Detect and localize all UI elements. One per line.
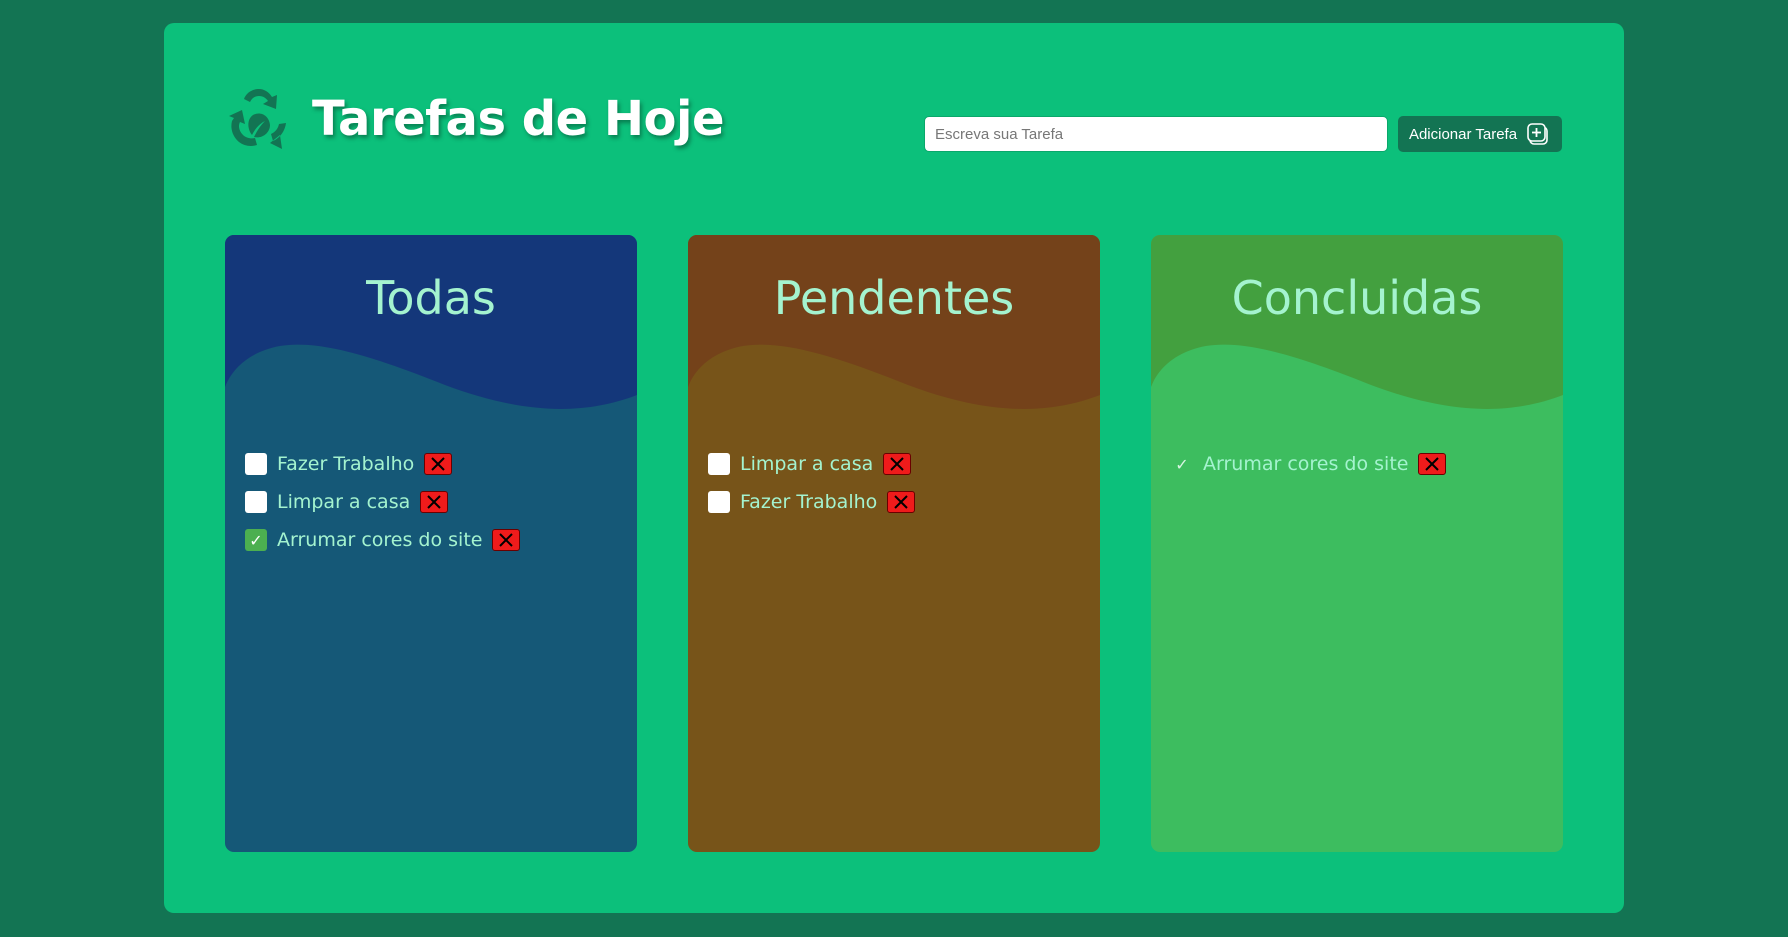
task-item: ✓ Arrumar cores do site (245, 521, 521, 559)
column-header: Todas (225, 235, 637, 415)
task-checkbox[interactable] (245, 453, 267, 475)
page-title: Tarefas de Hoje (312, 91, 725, 147)
task-checkbox[interactable]: ✓ (245, 529, 267, 551)
app-container: Tarefas de Hoje Adicionar Tarefa Todas F… (164, 23, 1624, 913)
task-item: ✓ Arrumar cores do site (1171, 445, 1447, 483)
task-label: Limpar a casa (277, 491, 411, 513)
column-concluidas: Concluidas ✓ Arrumar cores do site (1151, 235, 1563, 852)
checkmark-icon: ✓ (1175, 454, 1189, 474)
task-item: Fazer Trabalho (245, 445, 520, 483)
task-item: Fazer Trabalho (708, 483, 916, 521)
task-label: Limpar a casa (740, 453, 874, 475)
task-list: ✓ Arrumar cores do site (1171, 445, 1447, 483)
task-list: Limpar a casa Fazer Trabalho (708, 445, 916, 521)
wave-decoration (225, 235, 637, 409)
close-x-icon (890, 457, 904, 471)
task-label: Fazer Trabalho (277, 453, 415, 475)
add-task-button-label: Adicionar Tarefa (1408, 125, 1518, 143)
task-checkbox[interactable] (708, 491, 730, 513)
recycle-leaf-icon (229, 89, 286, 149)
column-title: Pendentes (773, 271, 1015, 325)
task-list: Fazer Trabalho Limpar a casa ✓ Arrumar c… (245, 445, 521, 559)
column-todas: Todas Fazer Trabalho Limpar a casa ✓ Arr… (225, 235, 637, 852)
task-label: Arrumar cores do site (277, 529, 483, 551)
wave-decoration (688, 235, 1100, 409)
column-pendentes: Pendentes Limpar a casa Fazer Trabalho (688, 235, 1100, 852)
delete-task-button[interactable] (1418, 453, 1447, 475)
delete-task-button[interactable] (887, 491, 916, 513)
delete-task-button[interactable] (883, 453, 912, 475)
wave-decoration (1151, 235, 1563, 409)
delete-task-button[interactable] (420, 491, 449, 513)
delete-task-button[interactable] (492, 529, 521, 551)
task-checkbox[interactable]: ✓ (1171, 453, 1193, 475)
close-x-icon (427, 495, 441, 509)
delete-task-button[interactable] (424, 453, 453, 475)
close-x-icon (431, 457, 445, 471)
column-title: Concluidas (1231, 271, 1483, 325)
task-checkbox[interactable] (245, 491, 267, 513)
column-header: Concluidas (1151, 235, 1563, 415)
close-x-icon (499, 533, 514, 547)
add-task-button[interactable]: Adicionar Tarefa (1398, 116, 1562, 152)
task-item: Limpar a casa (245, 483, 520, 521)
close-x-icon (1425, 457, 1440, 471)
task-item: Limpar a casa (708, 445, 915, 483)
task-label: Fazer Trabalho (740, 491, 878, 513)
column-header: Pendentes (688, 235, 1100, 415)
checkmark-icon: ✓ (249, 530, 263, 550)
close-x-icon (894, 495, 908, 509)
column-title: Todas (366, 271, 496, 325)
task-checkbox[interactable] (708, 453, 730, 475)
task-label: Arrumar cores do site (1203, 453, 1409, 475)
plus-square-icon (1527, 123, 1548, 145)
task-input[interactable] (924, 116, 1388, 152)
